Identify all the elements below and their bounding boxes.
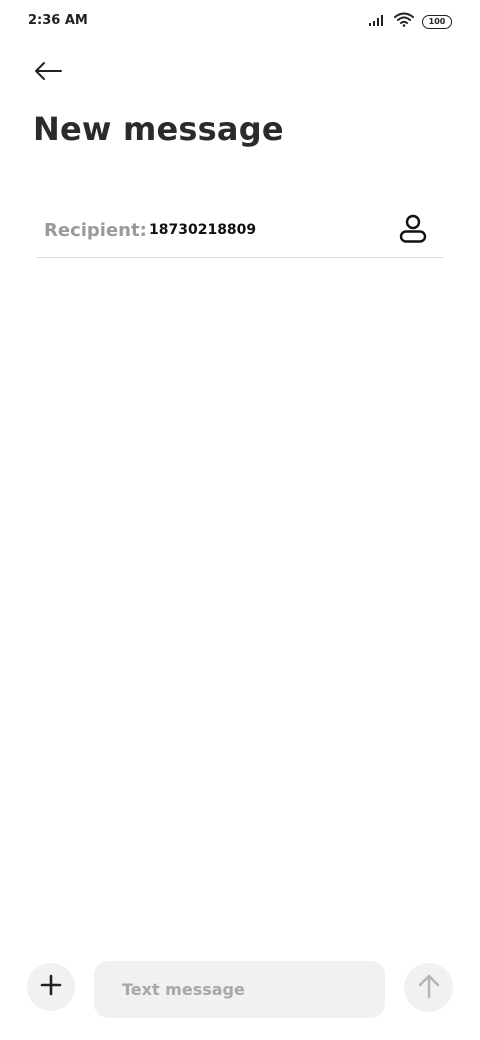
- status-time: 2:36 AM: [28, 13, 88, 28]
- wifi-icon: [394, 12, 414, 31]
- send-button[interactable]: [404, 963, 453, 1012]
- status-icons: 100: [368, 12, 452, 31]
- contact-picker-button[interactable]: [398, 213, 428, 245]
- new-message-screen: 2:36 AM 100 New message Recipient: 18730…: [0, 0, 480, 1040]
- person-icon: [398, 214, 428, 249]
- recipient-field[interactable]: Recipient: 18730218809: [36, 204, 444, 258]
- message-input[interactable]: [94, 961, 385, 1018]
- plus-icon: [39, 973, 63, 1001]
- status-bar: 2:36 AM 100: [0, 0, 480, 42]
- recipient-value[interactable]: 18730218809: [149, 222, 256, 238]
- attach-button[interactable]: [27, 963, 75, 1011]
- arrow-left-icon: [30, 62, 66, 90]
- battery-level: 100: [428, 17, 446, 26]
- battery-icon: 100: [422, 14, 452, 29]
- page-title: New message: [33, 110, 284, 148]
- arrow-up-icon: [416, 972, 442, 1004]
- signal-icon: [368, 12, 386, 31]
- recipient-label: Recipient:: [44, 220, 147, 241]
- back-button[interactable]: [30, 56, 66, 86]
